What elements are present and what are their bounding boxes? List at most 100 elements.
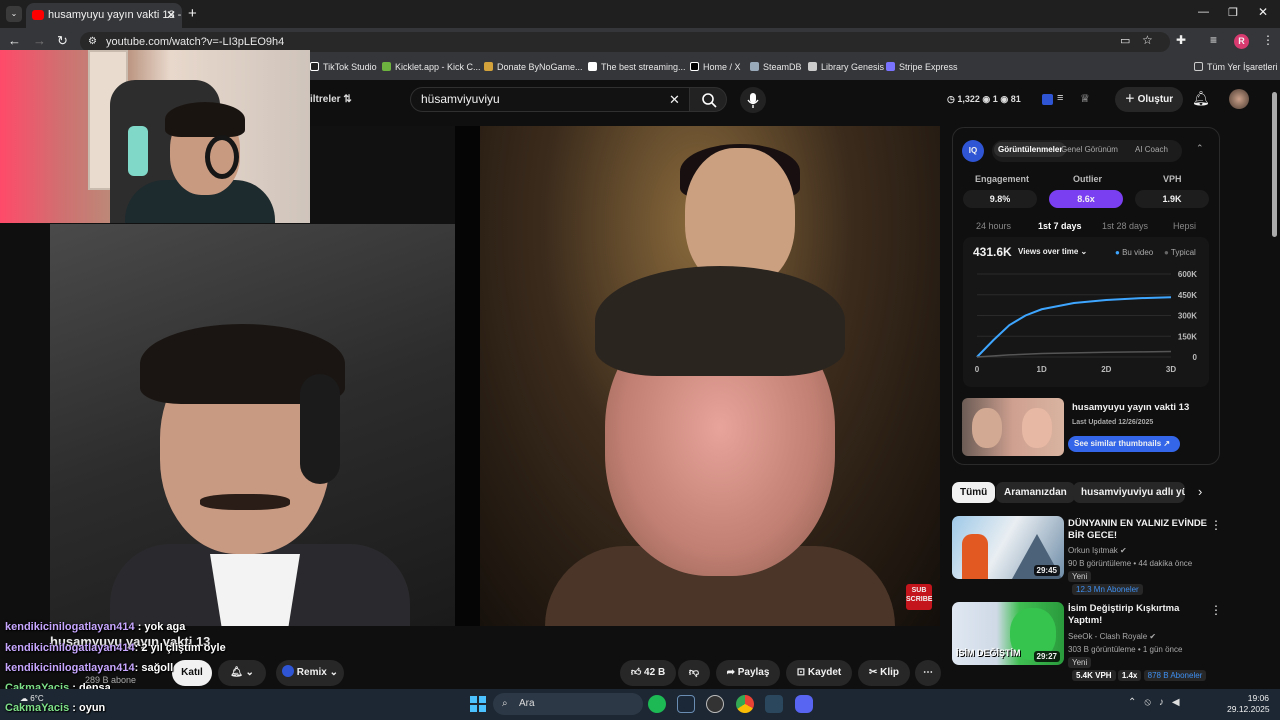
chair-accent	[128, 126, 148, 176]
plus-icon: ＋	[1124, 94, 1138, 105]
iq-tab-group: Görüntülenmeler Genel Görünüm AI Coach	[992, 140, 1182, 162]
rec-subs: 12.3 Mn Aboneler	[1072, 584, 1143, 595]
chrome-icon[interactable]	[736, 695, 754, 713]
rec-video-thumbnail[interactable]: 29:45	[952, 516, 1064, 579]
create-button[interactable]: ＋ Oluştur	[1115, 87, 1183, 112]
trophy-icon[interactable]: ♕	[1080, 92, 1090, 105]
close-window-button[interactable]: ✕	[1258, 5, 1268, 19]
streaming-icon	[588, 62, 597, 71]
back-icon[interactable]: ←	[8, 33, 21, 48]
metric-label-outlier: Outlier	[1073, 174, 1103, 184]
clear-search-icon[interactable]: ✕	[669, 88, 680, 111]
close-tab-icon[interactable]: ✕	[166, 3, 176, 28]
extensions-icon[interactable]: ✚	[1176, 33, 1186, 47]
remix-button[interactable]: Remix ⌄	[276, 660, 344, 686]
iq-extension-icon[interactable]	[1042, 94, 1053, 105]
voice-search-button[interactable]	[740, 87, 766, 113]
rec-new-badge: Yeni	[1068, 571, 1092, 582]
thumb-person-left	[972, 408, 1002, 448]
chip-all[interactable]: Tümü	[952, 482, 996, 503]
tab-ai-coach[interactable]: AI Coach	[1135, 145, 1168, 154]
range-all[interactable]: Hepsi	[1173, 221, 1196, 231]
eye-icon: ◉	[1000, 94, 1009, 104]
browser-tab-active[interactable]: husamyuyu yayın vakti 13 - You ✕	[26, 3, 182, 28]
queue-icon[interactable]: ≡	[1057, 92, 1063, 104]
rec-video-title[interactable]: İsim Değiştirip Kışkırtma Yaptım!	[1068, 603, 1208, 627]
save-button[interactable]: ⊡ Kaydet	[786, 660, 852, 686]
steam-client-icon[interactable]	[765, 695, 783, 713]
forward-icon[interactable]: →	[33, 33, 46, 48]
notifications-icon[interactable]: 🔔︎	[1192, 90, 1210, 107]
menu-icon[interactable]: ⋮	[1262, 33, 1274, 47]
collapse-chevron-icon[interactable]: ⌃	[1196, 143, 1204, 154]
folder-icon	[1194, 62, 1203, 71]
stripe-icon	[886, 62, 895, 71]
clock[interactable]: 19:06 29.12.2025	[1227, 693, 1270, 715]
current-video-thumbnail	[962, 398, 1064, 456]
discord-icon[interactable]	[795, 695, 813, 713]
site-info-icon[interactable]: ⚙	[88, 32, 97, 52]
remix-icon	[282, 665, 295, 677]
y-tick-label: 450K	[1178, 291, 1197, 300]
taskbar-search[interactable]: ⌕ Ara	[493, 693, 643, 715]
filters-button[interactable]: iltreler ⇅	[310, 94, 352, 105]
search-button[interactable]	[689, 87, 727, 112]
subscribe-overlay-button[interactable]: SUB SCRIBE	[906, 584, 932, 610]
address-bar[interactable]: ⚙ youtube.com/watch?v=-LI3pLEO9h4	[80, 32, 1170, 52]
rec-video-title[interactable]: DÜNYANIN EN YALNIZ EVİNDE BİR GECE!	[1068, 518, 1208, 542]
dislike-button[interactable]: 👎︎	[678, 660, 710, 686]
obs-icon[interactable]	[706, 695, 724, 713]
rec-channel[interactable]: SeeOk - Clash Royale ✔	[1068, 632, 1156, 641]
maximize-button[interactable]: ❐	[1228, 6, 1238, 19]
bookmark-star-icon[interactable]: ☆	[1142, 33, 1153, 47]
rec-more-icon[interactable]: ⋮	[1210, 603, 1222, 617]
rec-video-thumbnail[interactable]: İSİM DEĞİŞTİM 29:27	[952, 602, 1064, 665]
new-tab-button[interactable]: +	[188, 5, 197, 22]
thumb-title: husamyuyu yayın vakti 13	[1072, 402, 1190, 413]
tray-icons[interactable]: ⌃⦸♪◀	[1128, 697, 1188, 708]
range-24h[interactable]: 24 hours	[976, 221, 1011, 231]
account-avatar[interactable]	[1229, 89, 1249, 109]
bookmark-bynogame[interactable]: Donate ByNoGame...	[484, 62, 583, 72]
all-bookmarks-folder[interactable]: Tüm Yer İşaretleri	[1194, 62, 1278, 72]
like-button[interactable]: 👍︎ 42 B	[620, 660, 676, 686]
tab-views[interactable]: Görüntülenmeler	[994, 142, 1067, 157]
steam-icon[interactable]	[677, 695, 695, 713]
profile-avatar[interactable]: R	[1234, 34, 1249, 49]
tab-list-button[interactable]: ⌄	[6, 6, 22, 22]
bookmark-steamdb[interactable]: SteamDB	[750, 62, 802, 72]
tab-overview[interactable]: Genel Görünüm	[1061, 145, 1118, 154]
range-28d[interactable]: 1st 28 days	[1102, 221, 1148, 231]
page-scrollbar[interactable]	[1272, 92, 1277, 237]
chip-from-search[interactable]: Aramanızdan	[996, 482, 1075, 503]
share-button[interactable]: ➦ Paylaş	[716, 660, 780, 686]
bookmark-stripe[interactable]: Stripe Express	[886, 62, 958, 72]
clock-icon: ◷	[947, 94, 955, 104]
minimize-button[interactable]: —	[1198, 6, 1209, 18]
reload-icon[interactable]: ↻	[57, 33, 68, 49]
bookmark-streaming[interactable]: The best streaming...	[588, 62, 686, 72]
rec-more-icon[interactable]: ⋮	[1210, 518, 1222, 532]
start-button[interactable]	[470, 696, 486, 712]
more-actions-button[interactable]: ⋯	[915, 660, 941, 686]
iq-logo-icon: IQ	[962, 140, 984, 162]
rec-channel[interactable]: Orkun Işıtmak ✔	[1068, 546, 1127, 555]
search-input[interactable]: hüsamviyuviyu ✕	[410, 87, 690, 112]
header-stats: ◷ 1,322 ◉ 1 ◉ 81	[947, 94, 1021, 104]
media-icon[interactable]: ≡	[1210, 33, 1217, 47]
range-7d[interactable]: 1st 7 days	[1038, 221, 1082, 231]
bookmark-libgen[interactable]: Library Genesis	[808, 62, 884, 72]
clip-button[interactable]: ✂ Klip	[858, 660, 910, 686]
spotify-icon[interactable]	[648, 695, 666, 713]
bookmark-x[interactable]: Home / X	[690, 62, 741, 72]
headset-shape	[205, 135, 239, 179]
cast-icon[interactable]: ▭	[1120, 34, 1130, 47]
thumbs-down-icon: 👎︎	[688, 667, 700, 678]
bookmark-tiktok[interactable]: TikTok Studio	[310, 62, 377, 72]
chip-uploads[interactable]: husamviyuviyu adlı yükle	[1073, 482, 1185, 503]
bookmark-kicklet[interactable]: Kicklet.app - Kick C...	[382, 62, 481, 72]
join-button[interactable]: Katıl	[172, 660, 212, 686]
chips-next-icon[interactable]: ›	[1198, 484, 1202, 499]
see-similar-thumbnails-button[interactable]: See similar thumbnails ↗	[1068, 436, 1180, 452]
notification-bell-button[interactable]: 🔔︎ ⌄	[218, 660, 266, 686]
